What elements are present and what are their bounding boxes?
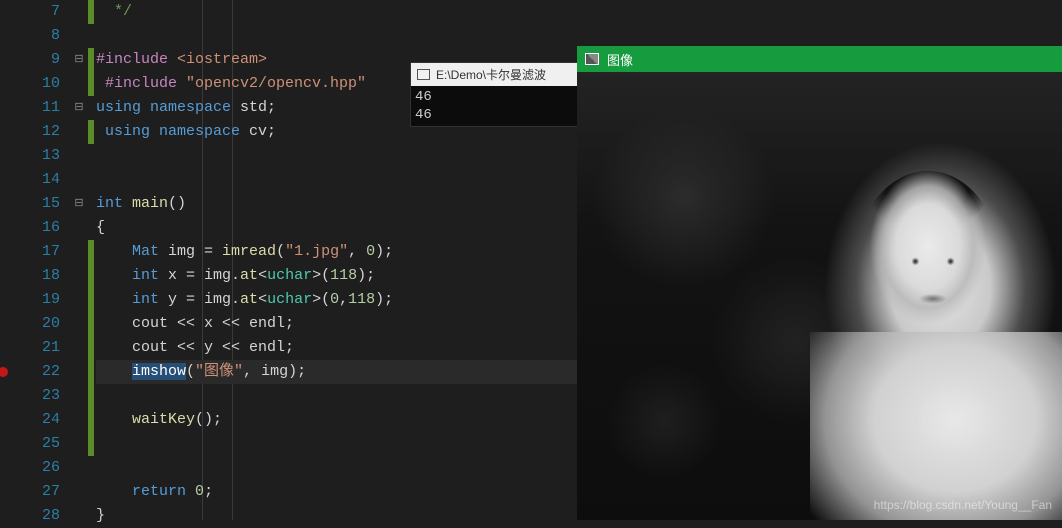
console-title-text: E:\Demo\卡尔曼滤波 bbox=[436, 66, 546, 83]
line-number: 28 bbox=[0, 504, 60, 528]
console-output: 4646 bbox=[411, 86, 579, 126]
console-line: 46 bbox=[415, 88, 575, 106]
image-display: https://blog.csdn.net/Young__Fan bbox=[577, 72, 1062, 520]
fold-toggle bbox=[70, 480, 88, 504]
line-number: 23 bbox=[0, 384, 60, 408]
line-number: 17 bbox=[0, 240, 60, 264]
line-number: 19 bbox=[0, 288, 60, 312]
line-number: 13 bbox=[0, 144, 60, 168]
fold-toggle bbox=[70, 264, 88, 288]
line-number: 15 bbox=[0, 192, 60, 216]
line-number: 22 bbox=[0, 360, 60, 384]
photo-dress-region bbox=[810, 332, 1062, 520]
fold-toggle bbox=[70, 336, 88, 360]
console-line: 46 bbox=[415, 106, 575, 124]
line-number: 10 bbox=[0, 72, 60, 96]
fold-toggle bbox=[70, 360, 88, 384]
fold-toggle bbox=[70, 24, 88, 48]
line-number: 16 bbox=[0, 216, 60, 240]
line-number: 7 bbox=[0, 0, 60, 24]
line-number: 9 bbox=[0, 48, 60, 72]
fold-column: ⊟ ⊟ ⊟ bbox=[70, 0, 88, 520]
fold-toggle bbox=[70, 408, 88, 432]
line-number: 25 bbox=[0, 432, 60, 456]
line-number: 18 bbox=[0, 264, 60, 288]
console-window[interactable]: E:\Demo\卡尔曼滤波 4646 bbox=[410, 62, 580, 127]
fold-toggle bbox=[70, 168, 88, 192]
console-icon bbox=[417, 69, 430, 80]
watermark-text: https://blog.csdn.net/Young__Fan bbox=[874, 498, 1052, 512]
fold-toggle bbox=[70, 384, 88, 408]
fold-toggle bbox=[70, 504, 88, 528]
line-number: 12 bbox=[0, 120, 60, 144]
fold-toggle[interactable]: ⊟ bbox=[70, 96, 88, 120]
line-number: 24 bbox=[0, 408, 60, 432]
line-number: 11 bbox=[0, 96, 60, 120]
image-window[interactable]: 图像 https://blog.csdn.net/Young__Fan bbox=[577, 46, 1062, 520]
fold-toggle bbox=[70, 0, 88, 24]
image-window-title: 图像 bbox=[607, 50, 633, 69]
image-window-icon bbox=[585, 53, 599, 65]
fold-toggle[interactable]: ⊟ bbox=[70, 192, 88, 216]
fold-toggle bbox=[70, 432, 88, 456]
fold-toggle[interactable]: ⊟ bbox=[70, 48, 88, 72]
fold-toggle bbox=[70, 120, 88, 144]
fold-toggle bbox=[70, 72, 88, 96]
line-number: 26 bbox=[0, 456, 60, 480]
line-number: 20 bbox=[0, 312, 60, 336]
line-number-gutter: 7891011121314151617181920212223242526272… bbox=[0, 0, 70, 520]
image-titlebar[interactable]: 图像 bbox=[577, 46, 1062, 72]
console-titlebar[interactable]: E:\Demo\卡尔曼滤波 bbox=[411, 63, 579, 86]
line-number: 21 bbox=[0, 336, 60, 360]
fold-toggle bbox=[70, 216, 88, 240]
fold-toggle bbox=[70, 144, 88, 168]
code-line[interactable] bbox=[96, 24, 1062, 48]
fold-toggle bbox=[70, 456, 88, 480]
line-number: 14 bbox=[0, 168, 60, 192]
line-number: 8 bbox=[0, 24, 60, 48]
code-line[interactable]: */ bbox=[96, 0, 1062, 24]
photo-features bbox=[878, 224, 988, 334]
fold-toggle bbox=[70, 312, 88, 336]
fold-toggle bbox=[70, 288, 88, 312]
fold-toggle bbox=[70, 240, 88, 264]
line-number: 27 bbox=[0, 480, 60, 504]
grayscale-photo bbox=[577, 72, 1062, 520]
